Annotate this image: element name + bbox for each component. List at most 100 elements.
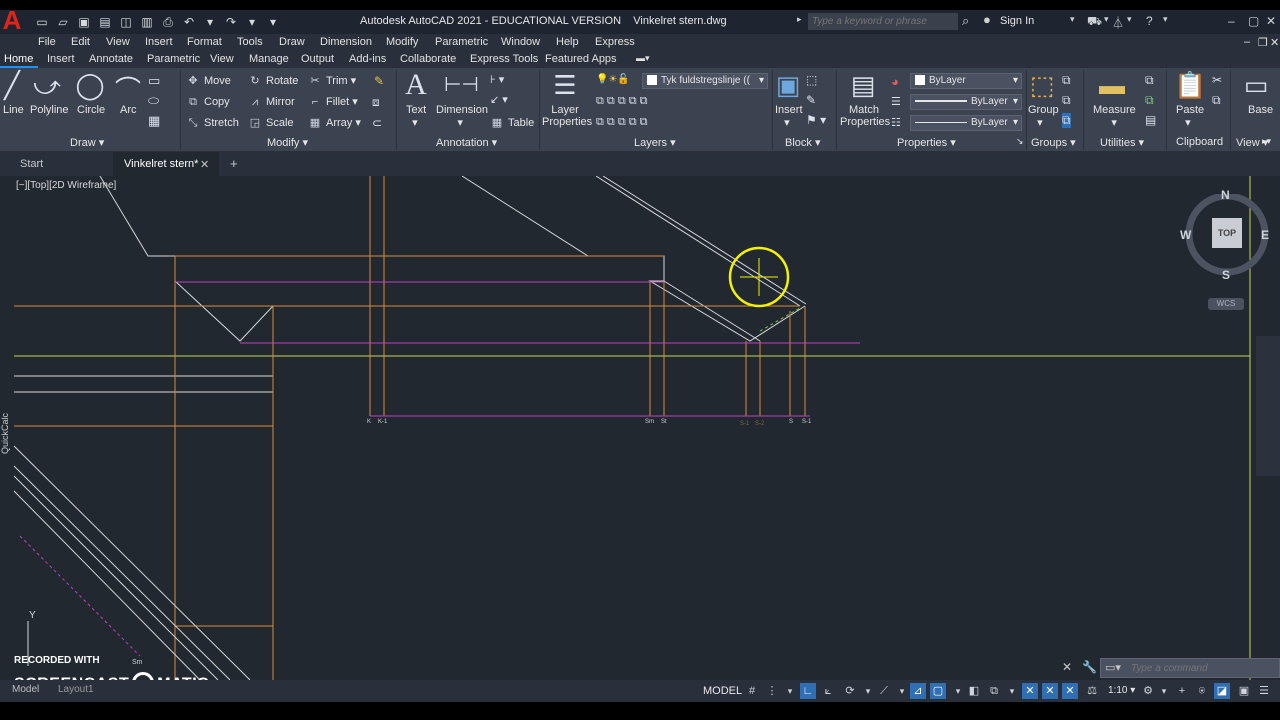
command-close-icon[interactable]: ✕ [1062,660,1072,674]
menu-parametric[interactable]: Parametric [435,36,488,48]
text-icon[interactable]: A [402,68,430,102]
annotation-scale-icon[interactable]: ⚖ [1084,683,1100,699]
polyline-icon[interactable]: ⤻ [32,70,62,102]
search-expand-icon[interactable]: ▸ [797,14,802,25]
lineweight-toggle-icon[interactable]: ▢ [930,683,946,699]
menu-express[interactable]: Express [595,36,635,48]
print-icon[interactable]: ⎙ [160,14,176,30]
command-input[interactable] [1131,662,1271,674]
layer-on-icon[interactable]: 💡☀🔓 [596,74,630,85]
minimize-icon[interactable]: – [1228,14,1235,28]
dimension-icon[interactable]: ⊢⊣ [444,72,479,97]
navigation-bar[interactable] [1256,336,1280,476]
compass-west[interactable]: W [1180,228,1191,242]
selection-cycling-icon[interactable]: ⧉ [986,683,1002,699]
quickcalc-palette-tab[interactable]: QuickCalc [0,406,12,456]
groups-panel-label[interactable]: Groups ▾ [1031,136,1076,149]
text-button[interactable]: Text ▾ [406,104,426,129]
command-line[interactable]: ▭▾ [1100,658,1280,678]
viewport-controls-label[interactable]: [−][Top][2D Wireframe] [16,180,116,191]
draw-panel-label[interactable]: Draw ▾ [70,136,104,149]
table-button[interactable]: ▦ Table [490,116,535,130]
annotation-panel-label[interactable]: Annotation ▾ [436,136,497,149]
model-space-button[interactable]: MODEL [703,685,742,697]
rectangle-icon[interactable]: ▭ [148,73,160,89]
doc-restore-icon[interactable]: ❐ [1258,36,1268,49]
calculator-icon[interactable]: ▤ [1145,113,1156,127]
annotation-scale-dropdown[interactable]: 1:10 ▾ [1108,685,1135,696]
gradient-icon[interactable]: ▦ [148,113,160,129]
layout1-tab[interactable]: Layout1 [58,684,94,695]
doc-close-icon[interactable]: ✕ [1270,36,1279,49]
dimension-button[interactable]: Dimension ▾ [436,104,488,129]
measure-icon[interactable]: ▬ [1098,70,1126,101]
measure-button[interactable]: Measure ▾ [1093,104,1136,129]
tab-parametric[interactable]: Parametric [147,53,200,65]
a360-dropdown-icon[interactable]: ▾ [1127,14,1132,25]
properties-panel-label[interactable]: Properties ▾ [897,136,956,149]
linear-dim-icon[interactable]: ⊦ ▾ [490,73,504,86]
maximize-icon[interactable]: ▢ [1248,14,1259,28]
group-selection-icon[interactable]: ⧉ [1062,113,1071,128]
layer-tools-row1-icon[interactable]: ⧉ ⧉ ⧉ ⧉ ⧉ [596,95,648,108]
open-icon[interactable]: ▱ [55,14,71,30]
arc-button[interactable]: Arc [120,104,137,116]
tab-home[interactable]: Home [4,53,33,65]
layer-tools-row2-icon[interactable]: ⧉ ⧉ ⧉ ⧉ ⧉ [596,116,648,129]
snap-dropdown-icon[interactable]: ▾ [782,683,798,699]
lineweight-dropdown[interactable]: ByLayer ▾ [910,94,1022,110]
trim-button[interactable]: ✂ Trim ▾ [308,74,356,88]
mirror-button[interactable]: ⩘ Mirror [248,95,295,109]
compass-south[interactable]: S [1222,268,1230,282]
doc-tab-vinkelret-stern[interactable]: Vinkelret stern* [124,158,198,170]
viewcube[interactable]: N S E W TOP [1180,188,1270,282]
insert-button[interactable]: Insert ▾ [775,104,803,129]
plot-icon[interactable]: ▥ [139,14,155,30]
tab-express-tools[interactable]: Express Tools [470,53,538,65]
id-point-icon[interactable]: ⧉ [1145,73,1154,88]
isodraft-icon[interactable]: ⟳ [842,683,858,699]
command-history-icon[interactable]: ▭▾ [1105,661,1121,674]
doc-tab-start[interactable]: Start [20,158,43,170]
cut-icon[interactable]: ✂ [1212,73,1222,87]
wcs-menu[interactable]: WCS [1208,298,1244,310]
units-icon[interactable]: ⍟ [1194,683,1210,699]
web-icon[interactable]: ◫ [118,14,134,30]
ucs-dynamic-icon[interactable]: ✕ [1022,683,1038,699]
snap-icon[interactable]: ⋮ [764,683,780,699]
leader-icon[interactable]: ↙ ▾ [490,93,508,106]
clipboard-panel-title[interactable]: Clipboard [1176,136,1223,148]
cart-icon[interactable]: ⛟ [1087,14,1102,30]
drawing-canvas[interactable]: K K-1 Sm St S-1 S-2 S S-1 Sm [−][Top][2D… [0,176,1280,680]
offset-icon[interactable]: ⊂ [372,116,382,130]
menu-tools[interactable]: Tools [237,36,263,48]
arc-icon[interactable]: ⌒ [113,70,143,107]
layers-panel-label[interactable]: Layers ▾ [634,136,676,149]
menu-window[interactable]: Window [501,36,540,48]
tab-output[interactable]: Output [301,53,334,65]
tracking-dropdown-icon[interactable]: ▾ [894,683,910,699]
redo-dropdown-icon[interactable]: ▾ [244,14,260,30]
create-block-icon[interactable]: ⬚ [806,73,817,87]
base-view-icon[interactable]: ▭ [1242,70,1270,101]
paste-icon[interactable]: 📋 [1174,70,1206,101]
group-edit-icon[interactable]: ⧉ [1062,93,1071,108]
move-button[interactable]: ✥ Move [186,74,231,88]
object-snap-icon[interactable]: ⊿ [910,683,926,699]
auto-scale-icon[interactable]: ✕ [1062,683,1078,699]
paste-button[interactable]: Paste ▾ [1176,104,1204,129]
properties-dialog-launcher-icon[interactable]: ↘ [1016,136,1024,147]
workspace-dropdown-icon[interactable]: ▾ [1156,683,1172,699]
annotation-monitor-icon[interactable]: + [1174,683,1190,699]
compass-east[interactable]: E [1261,228,1269,242]
scale-button[interactable]: ◲ Scale [248,116,294,130]
quick-properties-icon[interactable]: ◪ [1214,683,1230,699]
a360-icon[interactable]: ⏃ [1112,14,1124,31]
insert-block-icon[interactable]: ▣ [774,70,802,101]
copy-button[interactable]: ⧉ Copy [186,95,230,109]
redo-icon[interactable]: ↷ [223,14,239,30]
close-icon[interactable]: ✕ [1266,14,1276,28]
utilities-panel-label[interactable]: Utilities ▾ [1100,136,1144,149]
modify-panel-label[interactable]: Modify ▾ [267,136,308,149]
linetype-dropdown[interactable]: ByLayer ▾ [910,115,1022,131]
